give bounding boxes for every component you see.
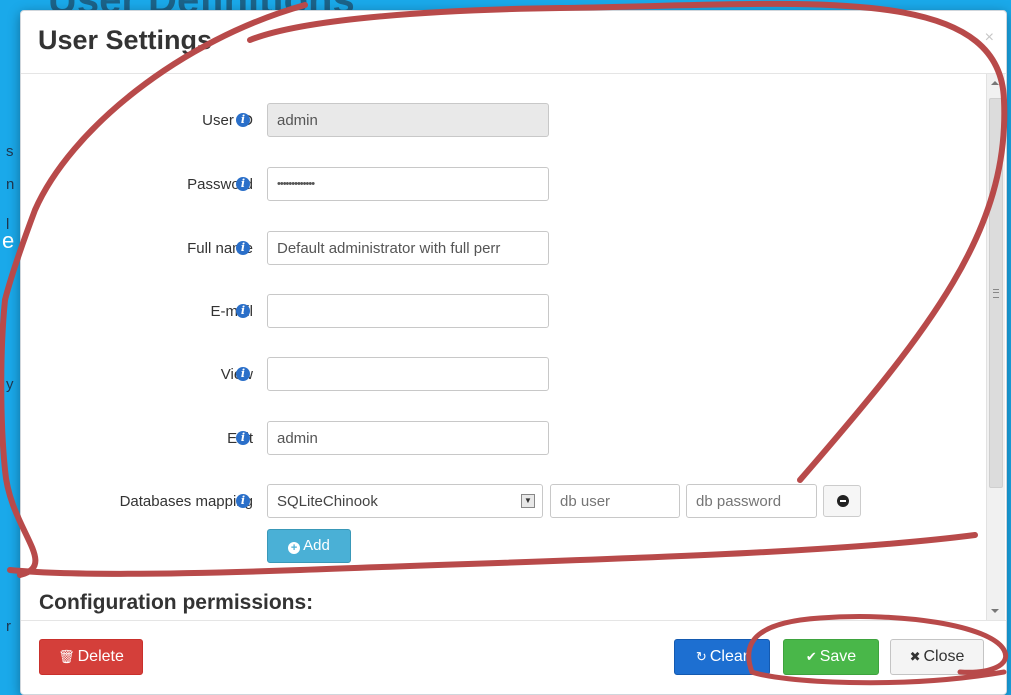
minus-circle-icon	[837, 495, 849, 507]
info-circle-icon[interactable]: i	[236, 304, 250, 318]
check-icon: ✔	[805, 649, 817, 664]
dialog-body: User ID i Password i Full name i E-mail …	[21, 74, 986, 620]
databases-mapping-row: Databases mapping i SQLiteChinook ▼	[21, 484, 986, 520]
database-select-value: SQLiteChinook	[277, 493, 378, 510]
clear-button[interactable]: ↻ Clear	[674, 639, 770, 675]
trash-icon: 🗑	[58, 649, 75, 664]
add-mapping-button[interactable]: + Add	[267, 529, 351, 563]
chevron-down-icon[interactable]: ▼	[521, 494, 535, 508]
dialog-title: User Settings	[38, 25, 213, 55]
save-label: Save	[819, 648, 857, 665]
view-row: View i	[21, 357, 986, 393]
info-circle-icon[interactable]: i	[236, 241, 250, 255]
bg-text: l	[6, 216, 10, 233]
close-label: Close	[923, 648, 965, 665]
info-circle-icon[interactable]: i	[236, 494, 250, 508]
clear-label: Clear	[709, 648, 749, 665]
bg-text: r	[6, 618, 11, 635]
database-select[interactable]: SQLiteChinook ▼	[267, 484, 543, 518]
databases-mapping-label: Databases mapping	[119, 493, 253, 510]
user-settings-dialog: User Settings × User ID i Password i Ful…	[20, 10, 1007, 695]
bg-text: n	[6, 176, 15, 193]
scroll-thumb[interactable]	[989, 98, 1003, 488]
dialog-footer: 🗑 Delete ↻ Clear ✔ Save ✖ Close	[21, 620, 1006, 694]
refresh-icon: ↻	[695, 649, 707, 664]
db-user-input[interactable]	[550, 484, 680, 518]
remove-mapping-button[interactable]	[823, 485, 861, 517]
password-row: Password i	[21, 167, 986, 203]
info-circle-icon[interactable]: i	[236, 177, 250, 191]
bg-text: s	[6, 143, 14, 160]
db-password-input[interactable]	[686, 484, 817, 518]
full-name-row: Full name i	[21, 231, 986, 267]
view-field[interactable]	[267, 357, 549, 391]
grip-icon	[993, 289, 999, 298]
delete-label: Delete	[77, 648, 124, 665]
plus-circle-icon: +	[288, 542, 301, 554]
password-field[interactable]	[267, 167, 549, 201]
scroll-up-arrow-icon[interactable]	[991, 81, 999, 85]
close-button[interactable]: ✖ Close	[890, 639, 984, 675]
scroll-down-arrow-icon[interactable]	[991, 609, 999, 613]
user-id-row: User ID i	[21, 103, 986, 139]
info-circle-icon[interactable]: i	[236, 431, 250, 445]
times-icon: ✖	[909, 649, 921, 664]
email-row: E-mail i	[21, 294, 986, 330]
delete-button[interactable]: 🗑 Delete	[39, 639, 143, 675]
edit-field[interactable]	[267, 421, 549, 455]
configuration-permissions-heading: Configuration permissions:	[39, 591, 314, 614]
save-button[interactable]: ✔ Save	[783, 639, 879, 675]
bg-text: y	[6, 376, 14, 393]
dialog-header: User Settings ×	[21, 11, 1006, 74]
email-field[interactable]	[267, 294, 549, 328]
user-id-field[interactable]	[267, 103, 549, 137]
full-name-field[interactable]	[267, 231, 549, 265]
close-icon[interactable]: ×	[985, 29, 994, 47]
dialog-scrollbar[interactable]	[986, 74, 1005, 620]
add-label: Add	[303, 537, 330, 554]
edit-row: Edit i	[21, 421, 986, 457]
info-circle-icon[interactable]: i	[236, 367, 250, 381]
info-circle-icon[interactable]: i	[236, 113, 250, 127]
